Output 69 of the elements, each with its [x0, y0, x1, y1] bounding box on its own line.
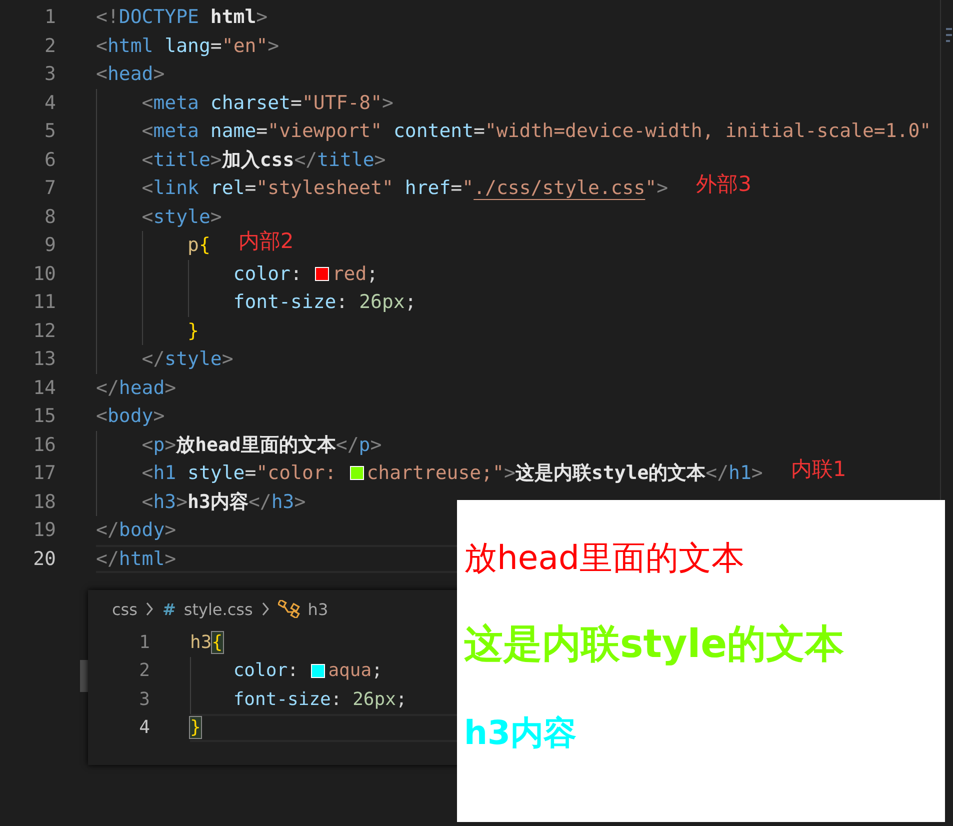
line-number: 15 — [32, 405, 56, 428]
code-text: </body> — [96, 519, 176, 542]
annotation-text: 内部2 — [238, 228, 294, 256]
line-number: 9 — [44, 234, 56, 256]
code-text: <meta name="viewport" content="width=device-width, initial-scale=1.0" — [142, 120, 932, 142]
code-text: <h1 style="color: — [142, 462, 338, 484]
code-text: } — [190, 717, 201, 738]
line-number: 17 — [32, 462, 56, 484]
line-number: 18 — [32, 490, 56, 513]
line-number: 16 — [32, 434, 56, 456]
line-number: 4 — [138, 717, 150, 738]
breadcrumb-item[interactable]: h3 — [308, 600, 328, 618]
chevron-icon — [145, 602, 154, 616]
code-text: <p>放head里面的文本</p> — [142, 432, 382, 458]
code-text: chartreuse;">这是内联style的文本</h1> — [366, 461, 763, 486]
color-swatch[interactable] — [311, 664, 326, 678]
line-number: 10 — [32, 262, 56, 285]
code-text: p{ — [188, 234, 210, 256]
code-text: </head> — [96, 376, 176, 399]
code-text: h3{ — [190, 632, 223, 653]
line-number: 11 — [32, 291, 56, 314]
annotation-text: 外部3 — [696, 171, 752, 198]
code-text: </html> — [96, 548, 176, 570]
line-number: 4 — [44, 92, 56, 114]
line-number: 2 — [138, 660, 150, 682]
line-number: 8 — [44, 206, 56, 228]
annotation-text: 内联1 — [790, 456, 846, 484]
code-text: color: — [233, 262, 303, 285]
line-number: 6 — [44, 148, 56, 171]
breadcrumb-item[interactable]: css — [112, 600, 138, 618]
heading-text: 这是内联style的文本 — [464, 621, 846, 669]
code-text: <!DOCTYPE html> — [96, 6, 268, 28]
line-number: 1 — [44, 6, 56, 28]
file-type-icon: # — [162, 600, 176, 618]
line-number: 1 — [138, 632, 150, 653]
code-text: <head> — [96, 63, 165, 86]
line-number: 3 — [44, 63, 56, 86]
paragraph-text: 放head里面的文本 — [464, 537, 746, 579]
line-number: 5 — [44, 120, 56, 142]
chevron-icon — [260, 602, 270, 616]
code-text: <meta charset="UTF-8"> — [142, 92, 394, 114]
line-number: 13 — [32, 348, 56, 370]
color-swatch[interactable] — [315, 266, 330, 281]
code-text: <html lang="en"> — [96, 34, 280, 57]
line-number: 14 — [32, 376, 56, 399]
breadcrumb-item[interactable]: style.css — [184, 600, 253, 618]
line-number: 12 — [32, 320, 56, 342]
code-text: <body> — [96, 405, 165, 428]
code-text: aqua; — [328, 660, 382, 682]
code-text: font-size: 26px; — [233, 291, 416, 314]
scroll-thumb[interactable] — [80, 660, 88, 692]
minimap-icon — [946, 28, 952, 42]
line-number: 3 — [138, 688, 150, 710]
code-text: red; — [332, 262, 378, 285]
line-number: 19 — [32, 519, 56, 542]
code-text: <style> — [142, 206, 222, 228]
line-number: 20 — [32, 548, 56, 570]
color-swatch[interactable] — [350, 466, 364, 480]
line-number: 7 — [44, 177, 56, 200]
symbol-icon — [278, 600, 300, 618]
code-text: } — [188, 320, 199, 342]
code-text: font-size: 26px; — [233, 688, 407, 710]
code-text: <title>加入css</title> — [142, 148, 386, 173]
heading-text: h3内容 — [464, 712, 578, 754]
code-text: <link rel="stylesheet" href="./css/style.css"> — [142, 177, 668, 200]
line-number: 2 — [44, 34, 56, 57]
code-text: <h3>h3内容</h3> — [142, 490, 306, 515]
code-text: color: — [233, 660, 300, 682]
code-text: </style> — [142, 348, 234, 370]
